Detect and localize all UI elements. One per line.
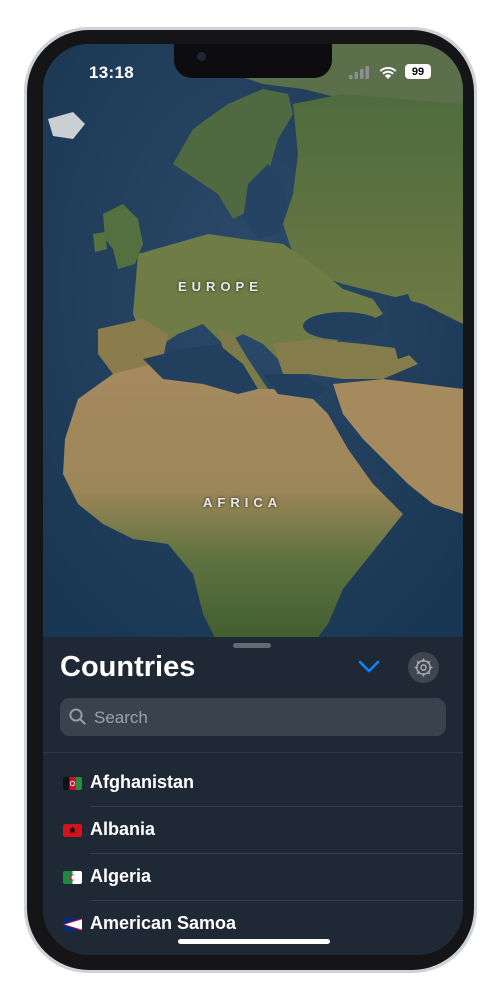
afghanistan-flag-icon [63,777,82,790]
albania-flag-icon [63,824,82,837]
home-indicator[interactable] [178,939,330,944]
cellular-signal-icon [349,66,369,79]
american-samoa-flag-icon [63,918,82,931]
status-time: 13:18 [89,63,134,82]
battery-indicator: 99 [405,64,431,79]
algeria-flag-icon [63,871,82,884]
list-item-albania[interactable]: Albania [43,807,463,854]
list-item-afghanistan[interactable]: Afghanistan [43,760,463,807]
app-screen: EUROPE AFRICA 13:18 99 Countries Search … [43,44,463,955]
sheet-grabber-handle[interactable] [233,643,271,648]
settings-button[interactable] [408,652,439,683]
front-camera-icon [197,52,206,61]
wifi-icon [379,66,397,79]
search-field[interactable] [60,698,446,738]
search-input[interactable] [92,698,436,738]
country-name: Albania [90,819,156,839]
countries-bottom-sheet: Countries Search Afghanistan Albania Alg… [43,637,463,955]
sheet-title: Countries [60,651,196,683]
map-label-europe: EUROPE [178,279,263,294]
gear-icon [414,658,433,677]
country-name: Algeria [90,866,152,886]
satellite-map[interactable] [43,44,463,644]
search-icon [69,708,86,725]
section-divider [43,752,463,753]
countries-list: Afghanistan Albania Algeria American Sam… [43,760,463,948]
map-label-africa: AFRICA [203,495,283,510]
country-name: American Samoa [90,913,237,933]
list-item-algeria[interactable]: Algeria [43,854,463,901]
country-name: Afghanistan [90,772,195,792]
chevron-down-icon[interactable] [356,653,382,679]
status-bar: 13:18 99 [43,62,463,84]
